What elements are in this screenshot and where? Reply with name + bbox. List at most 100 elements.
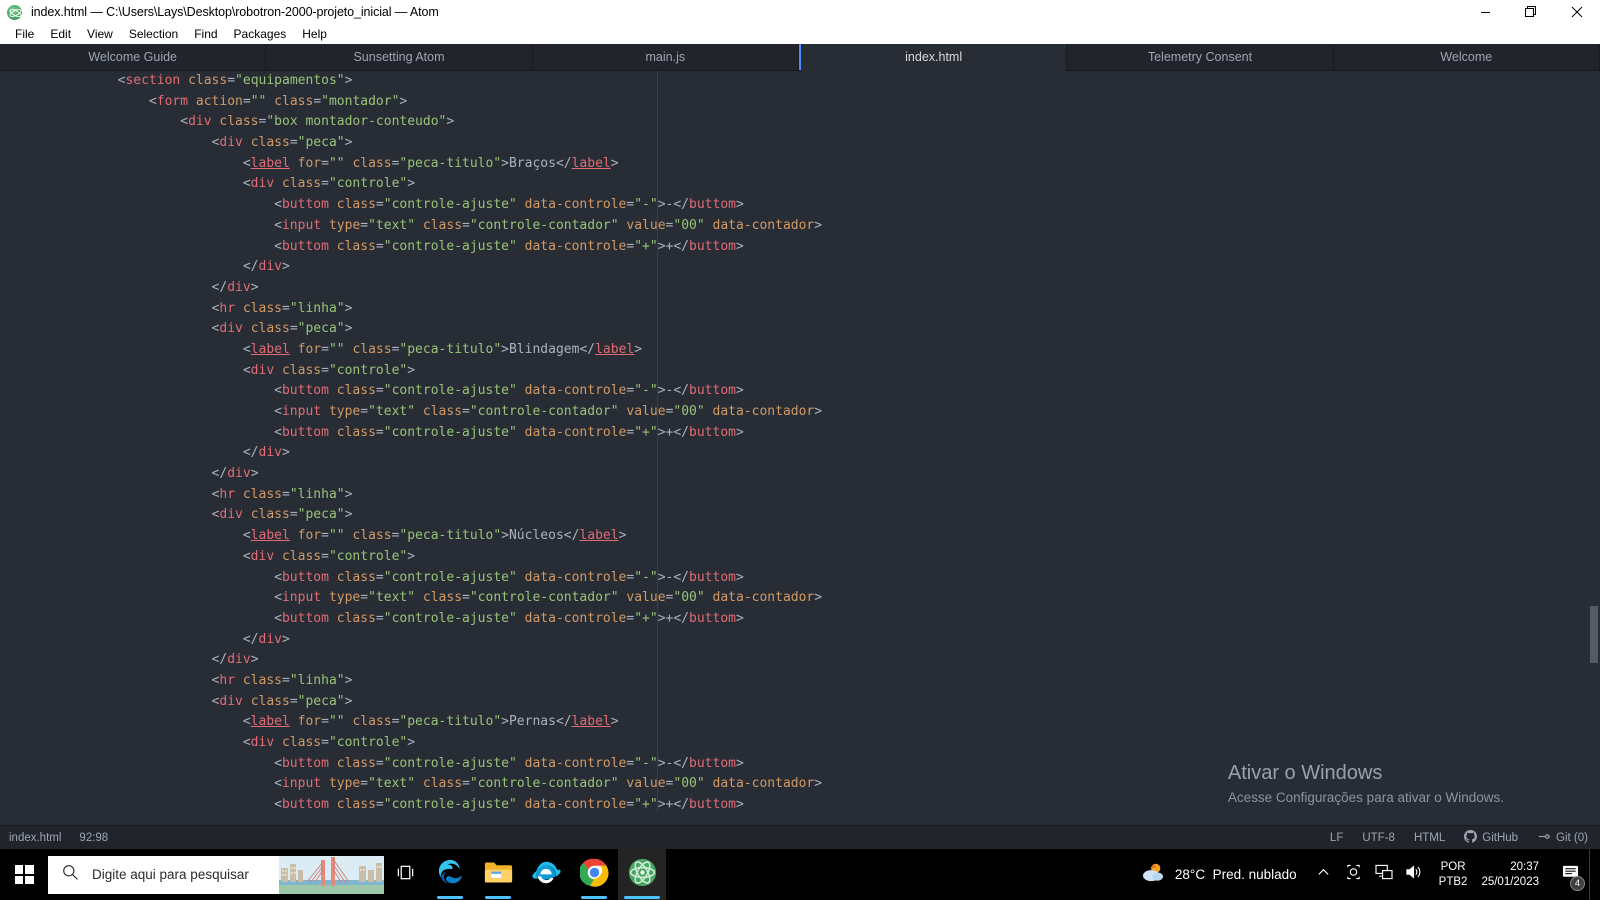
language-indicator[interactable]: POR PTB2 — [1429, 860, 1478, 890]
code-line[interactable]: 68 </div> — [0, 464, 1600, 485]
code-line[interactable]: 66 <buttom class="controle-ajuste" data-… — [0, 423, 1600, 444]
code-line[interactable]: 64 <buttom class="controle-ajuste" data-… — [0, 381, 1600, 402]
code-line[interactable]: 58 </div> — [0, 257, 1600, 278]
code-line[interactable]: 55 <buttom class="controle-ajuste" data-… — [0, 195, 1600, 216]
taskbar-app-microsoft-edge[interactable] — [426, 849, 474, 900]
code-line[interactable]: 54 <div class="controle"> — [0, 174, 1600, 195]
code-line[interactable]: 63 <div class="controle"> — [0, 361, 1600, 382]
code-content[interactable]: 49 <section class="equipamentos">50 <for… — [0, 71, 1600, 812]
minimize-button[interactable] — [1462, 0, 1508, 24]
code-line[interactable]: 84 <buttom class="controle-ajuste" data-… — [0, 795, 1600, 812]
vertical-scrollbar-thumb[interactable] — [1590, 606, 1598, 663]
git-branch-icon — [1537, 830, 1551, 846]
code-line-text: <label for="" class="peca-titulo">Blinda… — [55, 340, 642, 361]
status-encoding[interactable]: UTF-8 — [1362, 832, 1395, 844]
code-line[interactable]: 83 <input type="text" class="controle-co… — [0, 774, 1600, 795]
code-line-text: <buttom class="controle-ajuste" data-con… — [55, 754, 744, 775]
code-line[interactable]: 51 <div class="box montador-conteudo"> — [0, 112, 1600, 133]
status-file-name[interactable]: index.html — [9, 832, 61, 844]
close-button[interactable] — [1554, 0, 1600, 24]
code-line-text: </div> — [55, 257, 290, 278]
code-line-text: </div> — [55, 443, 290, 464]
status-git[interactable]: Git (0) — [1537, 830, 1588, 846]
code-line[interactable]: 82 <buttom class="controle-ajuste" data-… — [0, 754, 1600, 775]
code-line[interactable]: 71 <label for="" class="peca-titulo">Núc… — [0, 526, 1600, 547]
taskbar-app-file-explorer[interactable] — [474, 849, 522, 900]
volume-tray-button[interactable] — [1399, 849, 1429, 900]
code-line[interactable]: 59 </div> — [0, 278, 1600, 299]
code-line[interactable]: 73 <buttom class="controle-ajuste" data-… — [0, 568, 1600, 589]
task-view-button[interactable] — [384, 849, 426, 900]
code-line[interactable]: 76 </div> — [0, 630, 1600, 651]
start-button[interactable] — [0, 849, 48, 900]
file-explorer-icon — [484, 860, 513, 890]
tab-sunsetting-atom[interactable]: Sunsetting Atom — [266, 44, 532, 70]
menu-item-find[interactable]: Find — [186, 25, 225, 43]
code-line[interactable]: 75 <buttom class="controle-ajuste" data-… — [0, 609, 1600, 630]
show-desktop-button[interactable] — [1589, 849, 1596, 900]
tab-welcome-guide[interactable]: Welcome Guide — [0, 44, 266, 70]
code-line-text: <section class="equipamentos"> — [55, 71, 352, 92]
code-line[interactable]: 69 <hr class="linha"> — [0, 485, 1600, 506]
code-line[interactable]: 77 </div> — [0, 650, 1600, 671]
status-github[interactable]: GitHub — [1464, 830, 1518, 846]
taskbar-clock[interactable]: 20:37 25/01/2023 — [1477, 860, 1551, 890]
taskbar-app-google-chrome[interactable] — [570, 849, 618, 900]
code-line-text: </div> — [55, 464, 259, 485]
code-line-text: <label for="" class="peca-titulo">Pernas… — [55, 712, 619, 733]
code-line[interactable]: 49 <section class="equipamentos"> — [0, 71, 1600, 92]
code-line[interactable]: 56 <input type="text" class="controle-co… — [0, 216, 1600, 237]
menu-item-file[interactable]: File — [7, 25, 42, 43]
taskbar-weather-widget[interactable]: 28°C Pred. nublado — [1118, 861, 1309, 888]
tab-welcome[interactable]: Welcome — [1334, 44, 1600, 70]
code-line-text: <div class="box montador-conteudo"> — [55, 112, 454, 133]
code-line[interactable]: 72 <div class="controle"> — [0, 547, 1600, 568]
taskbar-app-internet-explorer[interactable] — [522, 849, 570, 900]
taskbar-app-atom[interactable] — [618, 849, 666, 900]
google-chrome-icon — [580, 858, 609, 892]
code-line[interactable]: 53 <label for="" class="peca-titulo">Bra… — [0, 154, 1600, 175]
windows-taskbar: Digite aqui para pesquisar — [0, 849, 1600, 900]
tab-indexhtml[interactable]: index.html — [799, 44, 1067, 70]
code-line[interactable]: 79 <div class="peca"> — [0, 692, 1600, 713]
menu-item-selection[interactable]: Selection — [121, 25, 186, 43]
menu-item-packages[interactable]: Packages — [226, 25, 295, 43]
status-grammar[interactable]: HTML — [1414, 832, 1445, 844]
code-line[interactable]: 52 <div class="peca"> — [0, 133, 1600, 154]
vertical-scrollbar[interactable] — [1586, 71, 1600, 812]
search-icon — [62, 864, 79, 886]
menu-item-edit[interactable]: Edit — [42, 25, 79, 43]
code-line[interactable]: 81 <div class="controle"> — [0, 733, 1600, 754]
notification-center-button[interactable]: 4 — [1551, 849, 1589, 900]
taskbar-search-box[interactable]: Digite aqui para pesquisar — [48, 856, 384, 894]
tab-telemetry-consent[interactable]: Telemetry Consent — [1067, 44, 1333, 70]
network-tray-button[interactable] — [1369, 849, 1399, 900]
search-input[interactable]: Digite aqui para pesquisar — [92, 867, 249, 882]
code-line[interactable]: 61 <div class="peca"> — [0, 319, 1600, 340]
code-line[interactable]: 67 </div> — [0, 443, 1600, 464]
code-line-text: <div class="controle"> — [55, 547, 415, 568]
status-line-ending[interactable]: LF — [1330, 832, 1343, 844]
code-line[interactable]: 57 <buttom class="controle-ajuste" data-… — [0, 237, 1600, 258]
code-line[interactable]: 74 <input type="text" class="controle-co… — [0, 588, 1600, 609]
code-line[interactable]: 65 <input type="text" class="controle-co… — [0, 402, 1600, 423]
code-line[interactable]: 60 <hr class="linha"> — [0, 299, 1600, 320]
code-line[interactable]: 50 <form action="" class="montador"> — [0, 92, 1600, 113]
code-line-text: <buttom class="controle-ajuste" data-con… — [55, 795, 744, 812]
onedrive-tray-button[interactable] — [1339, 849, 1369, 900]
code-line[interactable]: 70 <div class="peca"> — [0, 505, 1600, 526]
tab-mainjs[interactable]: main.js — [533, 44, 799, 70]
code-line[interactable]: 62 <label for="" class="peca-titulo">Bli… — [0, 340, 1600, 361]
code-editor[interactable]: 49 <section class="equipamentos">50 <for… — [0, 71, 1600, 812]
menu-item-view[interactable]: View — [79, 25, 121, 43]
microsoft-edge-icon — [436, 858, 465, 892]
code-line[interactable]: 80 <label for="" class="peca-titulo">Per… — [0, 712, 1600, 733]
menu-item-help[interactable]: Help — [294, 25, 335, 43]
status-cursor-position[interactable]: 92:98 — [79, 832, 108, 844]
maximize-restore-button[interactable] — [1508, 0, 1554, 24]
system-tray: 28°C Pred. nublado — [1118, 849, 1600, 900]
show-hidden-icons-button[interactable] — [1309, 849, 1339, 900]
code-line-text: <buttom class="controle-ajuste" data-con… — [55, 237, 744, 258]
code-line-text: <buttom class="controle-ajuste" data-con… — [55, 609, 744, 630]
code-line[interactable]: 78 <hr class="linha"> — [0, 671, 1600, 692]
